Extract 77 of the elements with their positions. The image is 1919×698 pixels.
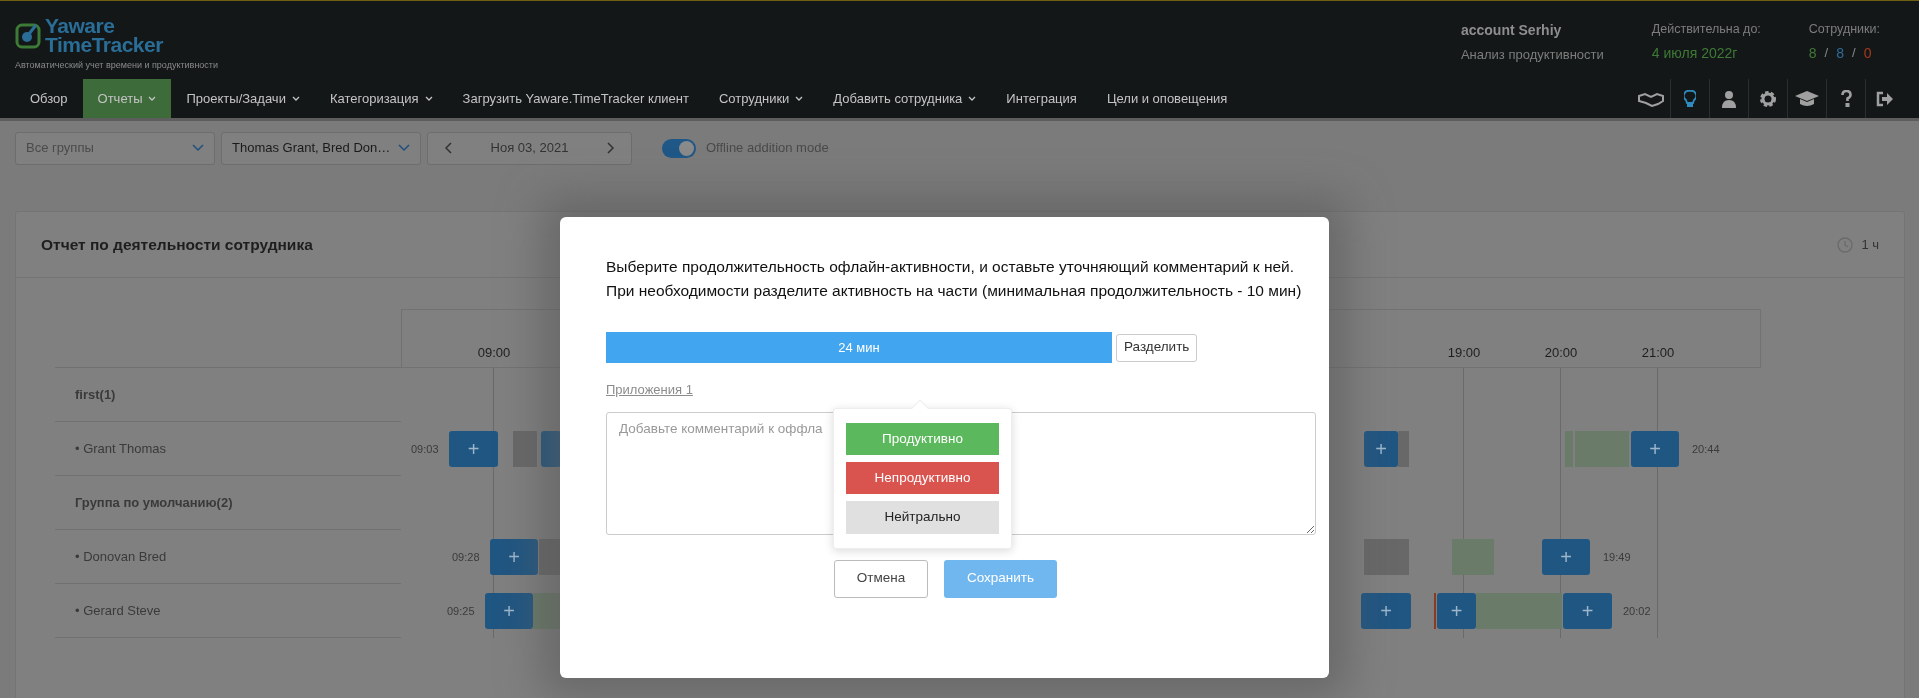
hour-label: 21:00 [1641, 343, 1675, 362]
nav-item[interactable]: Сотрудники [703, 79, 819, 118]
time-label: 09:25 [447, 603, 475, 619]
add-button[interactable]: + [1563, 593, 1612, 629]
employee-select[interactable]: Thomas Grant, Bred Don… [221, 131, 421, 165]
cancel-button[interactable]: Отмена [834, 559, 928, 598]
settings-icon[interactable] [1759, 89, 1777, 108]
logo-text: TimeTracker [45, 35, 163, 54]
productive-activity-block [533, 593, 561, 629]
add-button[interactable]: + [490, 539, 538, 575]
separator: / [1824, 43, 1829, 62]
split-button[interactable]: Разделить [1116, 333, 1198, 362]
employees-label: Сотрудники: [1808, 21, 1880, 38]
category-option[interactable]: Продуктивно [846, 423, 999, 455]
instructions-text: Выберите продолжительность офлайн-активности, и оставьте уточняющий комментарий к ней. При необходимости разделите активность на части (минимальная продолжительность - 10 мин) [606, 257, 1303, 301]
logo-text: Yaware [45, 16, 116, 35]
employee-count: 0 [1863, 43, 1872, 63]
valid-until-date: 4 июля 2022г [1651, 43, 1739, 63]
neutral-activity-block [1398, 431, 1409, 467]
time-label: 19:49 [1603, 549, 1632, 565]
hour-label: 20:00 [1544, 343, 1578, 362]
tagline: Автоматический учет времени и продуктивности [15, 59, 218, 72]
nav-item[interactable]: Добавить сотрудника [818, 79, 992, 118]
time-label: 20:44 [1692, 441, 1721, 457]
employee-count: 8 [1808, 43, 1817, 63]
neutral-activity-block [1364, 539, 1409, 575]
nav-item[interactable]: Цели и оповещения [1091, 79, 1243, 118]
help-icon[interactable] [1840, 90, 1852, 107]
group-name: first(1) [55, 368, 401, 422]
plan-name: Анализ продуктивности [1460, 46, 1604, 64]
total-time: 1 ч [1861, 235, 1879, 254]
nav-item[interactable]: Проекты/Задачи [171, 79, 315, 118]
hour-label: 19:00 [1447, 343, 1481, 362]
nav-item[interactable]: Категоризация [314, 79, 448, 118]
duration-bar[interactable]: 24 мин [606, 332, 1112, 363]
card-title: Отчет по деятельности сотрудника [41, 234, 313, 255]
logout-icon[interactable] [1876, 90, 1894, 107]
marker-line [1434, 593, 1436, 629]
category-option[interactable]: Непродуктивно [846, 462, 999, 494]
category-option[interactable]: Нейтрально [846, 501, 999, 534]
lightbulb-icon[interactable] [1684, 89, 1696, 108]
hour-label: 09:00 [477, 343, 511, 362]
employee-name: • Grant Thomas [55, 422, 401, 476]
add-button[interactable] [541, 431, 561, 467]
account-name: account Serhiy [1460, 21, 1563, 40]
add-button[interactable]: + [1437, 593, 1476, 629]
chevron-right-icon[interactable] [607, 142, 615, 154]
time-label: 09:03 [411, 441, 439, 457]
add-button[interactable]: + [1631, 431, 1679, 467]
time-label: 20:02 [1623, 603, 1652, 619]
chevron-left-icon[interactable] [444, 142, 452, 154]
valid-until-label: Действительна до: [1651, 21, 1761, 38]
attachments-link[interactable]: Приложения 1 [606, 380, 693, 400]
logo-icon [15, 21, 41, 49]
toggle-switch[interactable] [662, 138, 696, 158]
separator: / [1852, 43, 1856, 62]
add-button[interactable]: + [449, 431, 498, 467]
nav-item[interactable]: Отчеты [82, 79, 172, 118]
add-button[interactable]: + [1361, 593, 1411, 629]
add-button[interactable]: + [1364, 431, 1398, 467]
chevron-down-icon [398, 144, 410, 152]
graduation-cap-icon[interactable] [1795, 89, 1819, 108]
employee-name: • Donovan Bred [55, 530, 401, 584]
nav-item[interactable]: Интеграция [991, 79, 1092, 118]
nav-item[interactable]: Обзор [15, 79, 83, 118]
group-name: Группа по умолчанию(2) [55, 476, 401, 530]
nav-item[interactable]: Загрузить Yaware.TimeTracker клиент [447, 79, 704, 118]
neutral-activity-block [539, 539, 561, 575]
user-icon[interactable] [1722, 89, 1736, 108]
add-button[interactable]: + [485, 593, 533, 629]
employee-name: • Gerard Steve [55, 584, 401, 638]
date-label: Ноя 03, 2021 [490, 139, 569, 158]
employee-count: 8 [1836, 43, 1845, 63]
time-label: 09:28 [452, 549, 480, 565]
neutral-activity-block [513, 431, 537, 467]
chevron-down-icon [192, 144, 204, 152]
add-button[interactable]: + [1542, 539, 1590, 575]
